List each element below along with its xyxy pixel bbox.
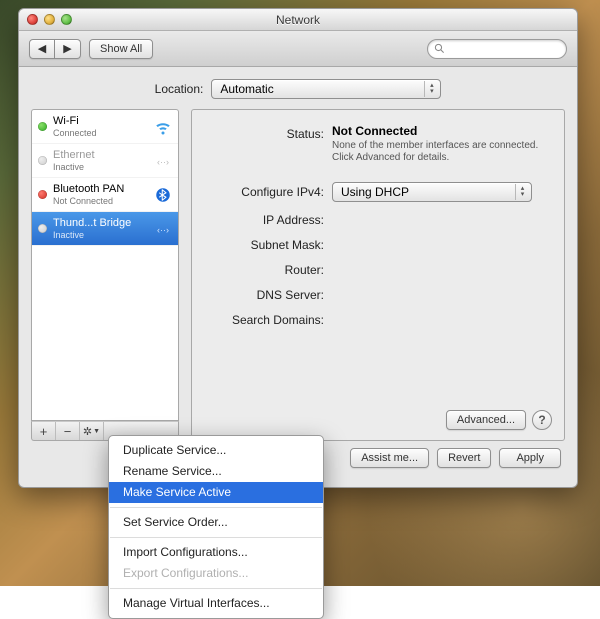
location-row: Location: Automatic (31, 75, 565, 109)
add-service-button[interactable]: + (32, 422, 56, 440)
body-split: Wi-Fi Connected Ethernet Inactive (31, 109, 565, 441)
sidebar-column: Wi-Fi Connected Ethernet Inactive (31, 109, 179, 441)
location-label: Location: (155, 82, 204, 96)
popup-arrows-icon (515, 184, 529, 200)
apply-button[interactable]: Apply (499, 448, 561, 468)
subnet-mask-label: Subnet Mask: (204, 235, 324, 252)
configure-ipv4-popup[interactable]: Using DHCP (332, 182, 532, 202)
search-icon (434, 43, 445, 54)
status-dot-red (38, 190, 47, 199)
status-value: Not Connected (332, 124, 552, 138)
service-status: Not Connected (53, 195, 148, 207)
show-all-button[interactable]: Show All (89, 39, 153, 59)
revert-button[interactable]: Revert (437, 448, 491, 468)
service-status: Inactive (53, 161, 148, 173)
menu-manage-virtual-interfaces[interactable]: Manage Virtual Interfaces... (109, 593, 323, 614)
help-button[interactable]: ? (532, 410, 552, 430)
remove-service-button[interactable]: − (56, 422, 80, 440)
service-wifi[interactable]: Wi-Fi Connected (32, 110, 178, 144)
service-actions-menu-button[interactable]: ✲▼ (80, 422, 104, 440)
bridge-icon: ‹··› (154, 220, 172, 238)
ip-address-label: IP Address: (204, 210, 324, 227)
service-name: Ethernet (53, 149, 148, 161)
status-label: Status: (204, 124, 324, 141)
service-detail-panel: Status: Not Connected None of the member… (191, 109, 565, 441)
nav-segmented: ◀ ▶ (29, 39, 81, 59)
menu-separator (110, 507, 322, 508)
bluetooth-icon (154, 186, 172, 204)
dns-server-label: DNS Server: (204, 285, 324, 302)
service-actions-context-menu: Duplicate Service... Rename Service... M… (108, 435, 324, 619)
service-status: Inactive (53, 229, 148, 241)
ethernet-icon: ‹··› (154, 152, 172, 170)
window-title: Network (19, 13, 577, 27)
search-input[interactable] (449, 43, 560, 55)
svg-text:‹··›: ‹··› (157, 156, 169, 166)
title-bar: Network (19, 9, 577, 31)
assist-me-button[interactable]: Assist me... (350, 448, 429, 468)
router-label: Router: (204, 260, 324, 277)
service-thunderbolt-bridge[interactable]: Thund...t Bridge Inactive ‹··› (32, 212, 178, 246)
menu-import-configurations[interactable]: Import Configurations... (109, 542, 323, 563)
advanced-button[interactable]: Advanced... (446, 410, 526, 430)
service-ethernet[interactable]: Ethernet Inactive ‹··› (32, 144, 178, 178)
menu-export-configurations: Export Configurations... (109, 563, 323, 584)
service-status: Connected (53, 127, 148, 139)
search-field[interactable] (427, 39, 567, 59)
minimize-window-button[interactable] (44, 14, 55, 25)
zoom-window-button[interactable] (61, 14, 72, 25)
service-list[interactable]: Wi-Fi Connected Ethernet Inactive (31, 109, 179, 421)
menu-separator (110, 537, 322, 538)
menu-separator (110, 588, 322, 589)
gear-icon: ✲ (83, 425, 92, 438)
configure-ipv4-value: Using DHCP (341, 185, 409, 199)
service-bluetooth-pan[interactable]: Bluetooth PAN Not Connected (32, 178, 178, 212)
service-name: Bluetooth PAN (53, 183, 148, 195)
close-window-button[interactable] (27, 14, 38, 25)
wifi-icon (154, 118, 172, 136)
chevron-down-icon: ▼ (93, 428, 100, 435)
service-name: Wi-Fi (53, 115, 148, 127)
svg-text:‹··›: ‹··› (157, 224, 169, 234)
service-name: Thund...t Bridge (53, 217, 148, 229)
configure-ipv4-label: Configure IPv4: (204, 182, 324, 199)
back-button[interactable]: ◀ (29, 39, 55, 59)
status-note: None of the member interfaces are connec… (332, 140, 542, 164)
menu-rename-service[interactable]: Rename Service... (109, 461, 323, 482)
forward-button[interactable]: ▶ (55, 39, 81, 59)
menu-set-service-order[interactable]: Set Service Order... (109, 512, 323, 533)
network-preferences-window: Network ◀ ▶ Show All Location: Automatic (18, 8, 578, 488)
location-popup[interactable]: Automatic (211, 79, 441, 99)
toolbar: ◀ ▶ Show All (19, 31, 577, 67)
status-dot-green (38, 122, 47, 131)
location-value: Automatic (220, 82, 273, 96)
popup-arrows-icon (424, 81, 438, 97)
status-dot-clear (38, 156, 47, 165)
window-controls (27, 14, 72, 25)
content-area: Location: Automatic Wi-Fi Connected (19, 67, 577, 487)
desktop-background: Network ◀ ▶ Show All Location: Automatic (0, 0, 600, 586)
menu-duplicate-service[interactable]: Duplicate Service... (109, 440, 323, 461)
status-dot-clear (38, 224, 47, 233)
menu-make-service-active[interactable]: Make Service Active (109, 482, 323, 503)
search-domains-label: Search Domains: (204, 310, 324, 327)
